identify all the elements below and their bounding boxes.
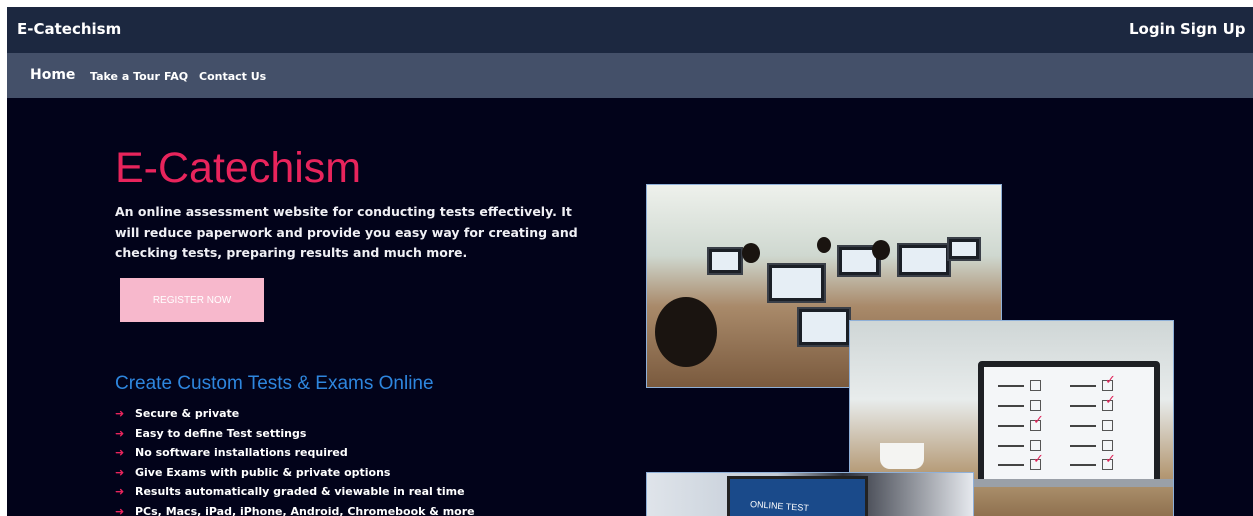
login-link[interactable]: Login: [1129, 20, 1175, 38]
feature-item: ➜ No software installations required: [115, 443, 475, 463]
nav-take-a-tour-link[interactable]: Take a Tour: [90, 70, 160, 83]
feature-item: ➜ Secure & private: [115, 404, 475, 424]
hero-description: An online assessment website for conduct…: [115, 204, 578, 260]
checkmark-icon: ✓: [1105, 373, 1116, 388]
student-silhouette: [655, 297, 717, 367]
checkmark-icon: ✓: [1105, 452, 1116, 467]
arrow-right-icon: ➜: [115, 407, 125, 420]
coffee-cup-shape: [880, 443, 924, 469]
monitor-shape: [947, 237, 981, 261]
page: E-Catechism Login Sign Up Home Take a To…: [7, 7, 1253, 516]
hero-title: E-Catechism: [115, 144, 362, 192]
feature-item: ➜ PCs, Macs, iPad, iPhone, Android, Chrom…: [115, 502, 475, 516]
monitor-shape: [797, 307, 851, 347]
student-silhouette: [742, 243, 760, 263]
online-test-label: ONLINE TEST: [749, 498, 810, 514]
feature-item: ➜ Results automatically graded & viewable…: [115, 482, 475, 502]
signup-link[interactable]: Sign Up: [1180, 20, 1246, 38]
main-nav: Home Take a Tour FAQ Contact Us: [7, 53, 1253, 98]
features-title: Create Custom Tests & Exams Online: [115, 373, 434, 394]
nav-contact-us-link[interactable]: Contact Us: [199, 70, 266, 83]
nav-home-link[interactable]: Home: [30, 67, 75, 83]
arrow-right-icon: ➜: [115, 426, 125, 440]
laptop-base-shape: [968, 479, 1173, 487]
arrow-right-icon: ➜: [115, 446, 125, 459]
checkmark-icon: ✓: [1033, 452, 1044, 467]
online-test-devices-photo: ONLINE TEST: [646, 472, 974, 516]
feature-item: ➜ Give Exams with public & private option…: [115, 463, 475, 483]
nav-faq-link[interactable]: FAQ: [164, 70, 188, 83]
features-list: ➜ Secure & private ➜ Easy to define Test s…: [115, 404, 475, 516]
student-silhouette: [817, 237, 831, 253]
monitor-shape: [767, 263, 826, 303]
feature-item: ➜ Easy to define Test settings: [115, 424, 475, 444]
monitor-shape: [897, 243, 951, 277]
online-test-screen: ONLINE TEST: [727, 476, 868, 516]
laptop-screen: ✓ ✓ ✓ ✓ ✓: [978, 361, 1160, 485]
checkmark-icon: ✓: [1033, 413, 1044, 428]
arrow-right-icon: ➜: [115, 465, 125, 479]
register-now-button[interactable]: REGISTER NOW: [120, 278, 264, 322]
arrow-right-icon: ➜: [115, 504, 125, 516]
brand-logo-text[interactable]: E-Catechism: [17, 20, 121, 38]
student-silhouette: [872, 240, 890, 260]
arrow-right-icon: ➜: [115, 485, 125, 498]
checkmark-icon: ✓: [1105, 393, 1116, 408]
top-header: E-Catechism Login Sign Up: [7, 7, 1253, 53]
monitor-shape: [707, 247, 743, 275]
